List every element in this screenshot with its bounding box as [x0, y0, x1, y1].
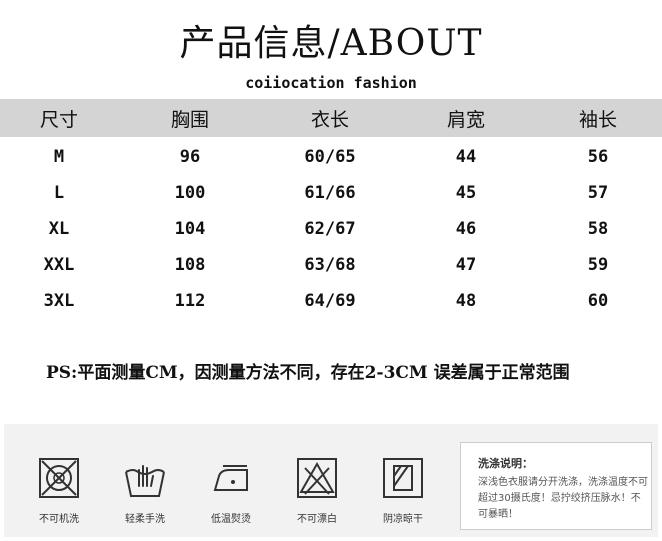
cell-length: 60/65 — [304, 147, 356, 167]
wash-title: 洗涤说明： — [478, 457, 533, 470]
care-label: 阴凉晾干 — [383, 514, 423, 525]
hand-wash-icon — [125, 465, 165, 497]
header-chest: 胸围 — [170, 108, 209, 131]
cell-shoulder: 45 — [455, 183, 477, 203]
header-sleeve: 袖长 — [578, 108, 617, 131]
care-item-hand-wash: 轻柔手洗 — [114, 456, 176, 525]
size-table: 尺寸 胸围 衣长 肩宽 袖长 M 96 60/65 44 56 L 100 61… — [0, 99, 662, 319]
cell-size: L — [53, 183, 65, 203]
table-row: M 96 60/65 44 56 — [0, 139, 662, 175]
cell-size: XL — [48, 219, 70, 239]
care-label: 不可机洗 — [39, 514, 79, 525]
shade-dry-icon — [383, 458, 423, 498]
no-bleach-icon — [297, 458, 337, 498]
cell-shoulder: 44 — [455, 147, 477, 167]
cell-sleeve: 57 — [587, 183, 609, 203]
cell-shoulder: 47 — [455, 255, 477, 275]
table-row: XL 104 62/67 46 58 — [0, 211, 662, 247]
cell-sleeve: 59 — [587, 255, 609, 275]
header-size: 尺寸 — [39, 108, 78, 131]
header-shoulder: 肩宽 — [446, 108, 485, 131]
cell-sleeve: 60 — [587, 291, 609, 311]
wash-text: 深浅色衣服请分开洗涤，洗涤温度不可超过30摄氏度！忌拧绞挤压脉水！不可暴晒！ — [478, 477, 648, 520]
cell-length: 62/67 — [304, 219, 356, 239]
header-length: 衣长 — [310, 108, 349, 131]
subtitle: coiiocation fashion — [245, 74, 417, 92]
cell-length: 61/66 — [304, 183, 356, 203]
no-machine-wash-icon — [39, 458, 79, 498]
cell-size: 3XL — [43, 291, 75, 311]
cell-chest: 96 — [179, 147, 201, 167]
cell-chest: 108 — [174, 255, 206, 275]
cell-size: XXL — [43, 255, 75, 275]
care-instructions-panel: 不可机洗 轻柔手洗 低温熨烫 不可漂白 阴凉晾干 洗涤说明： 深浅色衣服请分开洗… — [4, 424, 658, 537]
table-header-row: 尺寸 胸围 衣长 肩宽 袖长 — [0, 99, 662, 137]
table-row: XXL 108 63/68 47 59 — [0, 247, 662, 283]
care-label: 轻柔手洗 — [125, 514, 165, 525]
care-item-low-iron: 低温熨烫 — [200, 456, 262, 525]
cell-length: 63/68 — [304, 255, 356, 275]
table-row: L 100 61/66 45 57 — [0, 175, 662, 211]
cell-shoulder: 48 — [455, 291, 477, 311]
low-iron-icon — [213, 465, 248, 491]
cell-chest: 100 — [174, 183, 206, 203]
page-title: 产品信息/ABOUT — [179, 23, 483, 64]
cell-sleeve: 56 — [587, 147, 609, 167]
care-item-no-machine-wash: 不可机洗 — [28, 456, 90, 525]
cell-chest: 104 — [174, 219, 206, 239]
care-item-no-bleach: 不可漂白 — [286, 456, 348, 525]
cell-chest: 112 — [174, 291, 206, 311]
care-label: 低温熨烫 — [211, 514, 251, 525]
cell-sleeve: 58 — [587, 219, 609, 239]
wash-instructions-box: 洗涤说明： 深浅色衣服请分开洗涤，洗涤温度不可超过30摄氏度！忌拧绞挤压脉水！不… — [460, 442, 652, 530]
table-row: 3XL 112 64/69 48 60 — [0, 283, 662, 319]
care-label: 不可漂白 — [297, 514, 337, 525]
cell-size: M — [53, 147, 65, 167]
care-item-shade-dry: 阴凉晾干 — [372, 456, 434, 525]
cell-length: 64/69 — [304, 291, 356, 311]
cell-shoulder: 46 — [455, 219, 477, 239]
measurement-note: PS:平面测量CM，因测量方法不同，存在2-3CM 误差属于正常范围 — [46, 363, 570, 383]
